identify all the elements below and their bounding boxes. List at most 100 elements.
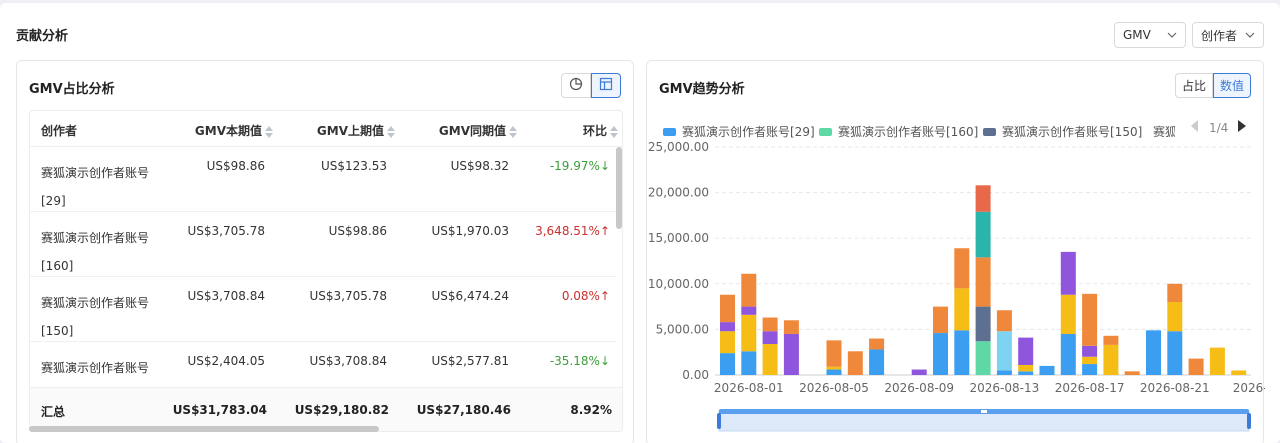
bar-segment bbox=[1060, 294, 1076, 334]
bar-segment bbox=[996, 370, 1012, 375]
column-label: 环比 bbox=[582, 124, 607, 138]
bar-segment bbox=[1188, 358, 1204, 375]
sort-icon[interactable] bbox=[610, 125, 618, 138]
bar-segment bbox=[1082, 356, 1098, 365]
gmv-previous: US$3,705.78 bbox=[309, 289, 387, 303]
table-row: 赛狐演示创作者账号[150] US$3,708.84 US$3,705.78 U… bbox=[30, 277, 616, 342]
bar-segment bbox=[1209, 347, 1225, 375]
y-tick-label: 10,000.00 bbox=[648, 277, 709, 291]
arrow-up-icon: ↑ bbox=[599, 224, 610, 238]
dimension-select[interactable]: 创作者 bbox=[1192, 22, 1264, 48]
table-header: 创作者 GMV本期值 GMV上期值 GMV同期值 环比 bbox=[30, 111, 622, 147]
column-header-same-period[interactable]: GMV同期值 bbox=[439, 122, 517, 139]
bar-segment bbox=[720, 331, 735, 354]
mom-value: -19.97% bbox=[549, 159, 600, 173]
sort-icon[interactable] bbox=[387, 125, 395, 138]
sort-icon[interactable] bbox=[265, 125, 273, 138]
gmv-trend-chart: 0.00 5,000.00 10,000.00 15,000.00 20,000.00 2… bbox=[648, 140, 1265, 432]
bar-segment bbox=[762, 331, 778, 344]
zoom-handle-right bbox=[1247, 413, 1251, 429]
bar-segment bbox=[911, 369, 927, 375]
gmv-share-card: GMV占比分析 创作者 GMV本期值 GMV上期值 GMV同期值 环比 赛狐演示… bbox=[16, 60, 634, 443]
dimension-select-value: 创作者 bbox=[1201, 28, 1238, 43]
bar-segment bbox=[783, 320, 799, 334]
mom-change: 3,648.51%↑ bbox=[535, 224, 610, 238]
sort-icon[interactable] bbox=[509, 125, 517, 138]
bar-segment bbox=[1082, 364, 1098, 375]
table-icon bbox=[599, 76, 613, 95]
bar-segment bbox=[762, 317, 778, 332]
bar-segment bbox=[720, 294, 735, 323]
summary-mom: 8.92% bbox=[570, 403, 612, 417]
y-tick-label: 20,000.00 bbox=[648, 186, 709, 200]
pie-chart-view-button[interactable] bbox=[561, 73, 591, 98]
table-view-button[interactable] bbox=[591, 73, 621, 98]
bar-segment bbox=[1146, 330, 1161, 375]
mom-change: -35.18%↓ bbox=[550, 354, 610, 368]
bar-segment bbox=[826, 340, 842, 367]
bar-segment bbox=[1082, 345, 1098, 357]
bar-segment bbox=[826, 366, 842, 370]
y-tick-label: 15,000.00 bbox=[648, 231, 709, 245]
y-tick-label: 0.00 bbox=[682, 368, 709, 382]
zoom-slider-grip bbox=[981, 410, 987, 413]
chevron-down-icon bbox=[1245, 30, 1255, 41]
bar-segment bbox=[933, 333, 948, 375]
table-body: 赛狐演示创作者账号[29] US$98.86 US$123.53 US$98.3… bbox=[30, 147, 622, 387]
column-header-previous[interactable]: GMV上期值 bbox=[317, 122, 395, 139]
metric-select[interactable]: GMV bbox=[1114, 22, 1186, 48]
bar-segment bbox=[975, 257, 991, 307]
arrow-down-icon: ↓ bbox=[599, 159, 610, 173]
bar-segment bbox=[1167, 302, 1183, 332]
column-header-current[interactable]: GMV本期值 bbox=[195, 122, 273, 139]
bar-segment bbox=[741, 351, 757, 375]
summary-label: 汇总 bbox=[41, 405, 66, 419]
x-tick-label: 2026-08-09 bbox=[884, 381, 954, 395]
contribution-analysis-panel: 贡献分析 GMV 创作者 GMV占比分析 创作者 GMV本期值 GMV上期值 G… bbox=[0, 3, 1280, 443]
chevron-down-icon bbox=[1167, 30, 1177, 41]
bar-segment bbox=[954, 288, 970, 331]
bar-segment bbox=[1231, 370, 1247, 375]
bar-segment bbox=[1060, 251, 1076, 295]
gmv-trend-card: GMV趋势分析 占比 数值 赛狐演示创作者账号[29] 赛狐演示创作者账号[16… bbox=[646, 60, 1265, 443]
column-label: GMV同期值 bbox=[438, 124, 506, 138]
bar-segment bbox=[1167, 283, 1183, 303]
creator-name: 赛狐演示创作者账号[140] bbox=[41, 361, 150, 375]
bar-segment bbox=[1103, 344, 1119, 375]
bar-segment bbox=[826, 369, 842, 375]
pie-chart-icon bbox=[569, 76, 583, 95]
mom-change: 0.08%↑ bbox=[562, 289, 610, 303]
bar-segment bbox=[783, 333, 799, 375]
table-row: 赛狐演示创作者账号[140] US$2,404.05 US$3,708.84 U… bbox=[30, 342, 616, 387]
bar-segment bbox=[975, 306, 991, 342]
y-tick-label: 5,000.00 bbox=[656, 322, 709, 336]
bar-segment bbox=[1082, 293, 1098, 346]
gmv-current: US$3,705.78 bbox=[187, 224, 265, 238]
metric-select-value: GMV bbox=[1123, 28, 1151, 42]
bar-segment bbox=[1018, 364, 1034, 372]
creator-name: 赛狐演示创作者账号[160] bbox=[41, 231, 150, 273]
table-row: 赛狐演示创作者账号[160] US$3,705.78 US$98.86 US$1… bbox=[30, 212, 616, 277]
vertical-scrollbar[interactable] bbox=[616, 147, 622, 229]
column-header-mom[interactable]: 环比 bbox=[583, 122, 618, 139]
column-header-creator[interactable]: 创作者 bbox=[41, 122, 77, 139]
column-label: GMV上期值 bbox=[316, 124, 384, 138]
bar-segment bbox=[1103, 335, 1119, 345]
bar-segment bbox=[720, 353, 735, 375]
bar-segment bbox=[1018, 337, 1034, 365]
gmv-current: US$98.86 bbox=[206, 159, 265, 173]
gmv-same-period: US$2,577.81 bbox=[431, 354, 509, 368]
bar-segment bbox=[1060, 333, 1076, 375]
creator-name: 赛狐演示创作者账号[29] bbox=[41, 166, 150, 208]
x-tick-label: 2026-08-21 bbox=[1140, 381, 1210, 395]
bar-segment bbox=[954, 330, 970, 375]
bar-segment bbox=[741, 314, 757, 352]
bar-segment bbox=[869, 349, 885, 375]
bar-segment bbox=[975, 211, 991, 258]
gmv-previous: US$123.53 bbox=[320, 159, 387, 173]
bar-segment bbox=[996, 331, 1012, 371]
bar-segment bbox=[933, 306, 948, 334]
x-tick-label: 2026-08-01 bbox=[714, 381, 784, 395]
x-tick-label: 2026-08-13 bbox=[970, 381, 1040, 395]
horizontal-scrollbar[interactable] bbox=[29, 426, 379, 432]
